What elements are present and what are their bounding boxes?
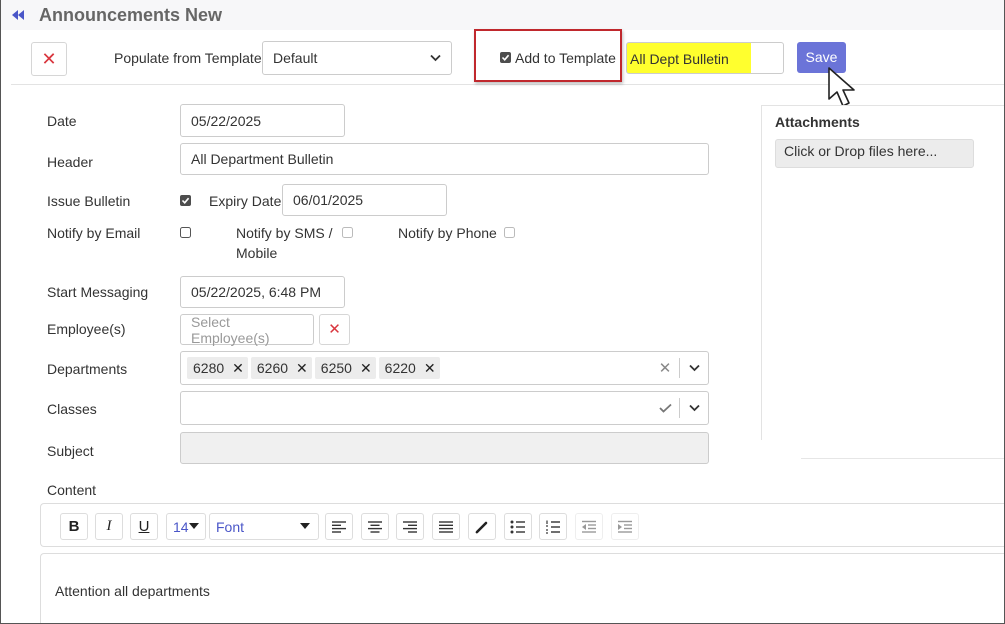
align-right-icon[interactable] <box>396 513 424 540</box>
expiry-date-label: Expiry Date <box>209 193 282 209</box>
pen-icon[interactable] <box>468 513 496 540</box>
align-center-icon[interactable] <box>361 513 389 540</box>
file-drop-zone[interactable]: Click or Drop files here... <box>775 139 974 168</box>
notify-phone-checkbox[interactable] <box>504 227 515 238</box>
chevron-down-icon[interactable] <box>680 404 708 412</box>
font-size-select[interactable]: 14 <box>166 513 206 540</box>
subject-label: Subject <box>47 443 94 459</box>
template-select[interactable]: Default <box>262 41 452 75</box>
numbered-list-icon[interactable] <box>539 513 567 540</box>
clear-departments-icon[interactable]: ✕ <box>651 359 679 377</box>
expiry-date-input[interactable]: 06/01/2025 <box>282 184 447 216</box>
font-size-value: 14 <box>173 519 189 535</box>
content-label: Content <box>47 482 97 498</box>
caret-down-icon <box>189 523 199 529</box>
template-select-value: Default <box>273 50 318 66</box>
page-title: Announcements New <box>39 5 223 25</box>
notify-sms-checkbox[interactable] <box>342 227 353 238</box>
divider <box>801 458 1004 459</box>
outdent-icon[interactable] <box>575 513 603 540</box>
font-family-select[interactable]: Font <box>209 513 319 540</box>
employees-label: Employee(s) <box>47 321 126 337</box>
remove-tag-icon[interactable]: ✕ <box>232 360 244 377</box>
classes-multiselect[interactable] <box>180 391 709 425</box>
populate-from-template-label: Populate from Template <box>114 50 262 66</box>
add-to-template-label: Add to Template <box>515 50 616 66</box>
attachments-title: Attachments <box>775 114 860 130</box>
close-button[interactable]: ✕ <box>31 42 67 76</box>
subject-input[interactable] <box>180 432 709 464</box>
department-tag: 6220 ✕ <box>378 357 440 379</box>
employees-input[interactable]: Select Employee(s) <box>180 314 314 346</box>
bulleted-list-icon[interactable] <box>504 513 532 540</box>
app-frame: Announcements New ✕ Populate from Templa… <box>0 0 1005 624</box>
issue-bulletin-checkbox[interactable] <box>180 195 191 206</box>
editor-content-text: Attention all departments <box>55 583 210 599</box>
header-label: Header <box>47 154 93 170</box>
classes-label: Classes <box>47 401 97 417</box>
remove-tag-icon[interactable]: ✕ <box>360 360 372 377</box>
template-name-input[interactable]: All Dept Bulletin <box>626 42 784 74</box>
underline-button[interactable]: U <box>130 513 158 540</box>
check-icon <box>651 400 679 417</box>
remove-tag-icon[interactable]: ✕ <box>424 360 436 377</box>
department-tag: 6280 ✕ <box>187 357 248 379</box>
title-bar: Announcements New <box>1 0 1004 30</box>
departments-label: Departments <box>47 361 128 377</box>
chevron-down-icon[interactable] <box>680 364 708 372</box>
chevron-down-icon <box>430 54 441 62</box>
notify-sms-label-line1: Notify by SMS / <box>236 225 333 241</box>
italic-button[interactable]: I <box>95 513 123 540</box>
mouse-pointer-icon <box>828 67 855 107</box>
start-messaging-label: Start Messaging <box>47 284 149 300</box>
caret-down-icon <box>300 523 310 529</box>
align-justify-icon[interactable] <box>432 513 460 540</box>
notify-phone-label: Notify by Phone <box>398 225 497 241</box>
clear-employees-button[interactable]: ✕ <box>319 314 350 345</box>
font-family-value: Font <box>216 519 245 535</box>
editor-toolbar: B I U 14 Font <box>40 503 1004 547</box>
notify-email-label: Notify by Email <box>47 225 141 241</box>
date-label: Date <box>47 113 77 129</box>
start-messaging-input[interactable]: 05/22/2025, 6:48 PM <box>180 276 345 308</box>
add-to-template-checkbox[interactable] <box>500 52 511 63</box>
department-tag: 6260 ✕ <box>250 357 312 379</box>
issue-bulletin-label: Issue Bulletin <box>47 193 131 209</box>
departments-multiselect[interactable]: 6280 ✕ 6260 ✕ 6250 ✕ 6220 ✕ ✕ <box>180 351 709 385</box>
indent-icon[interactable] <box>611 513 639 540</box>
double-chevron-left-icon[interactable] <box>11 9 25 21</box>
date-input[interactable]: 05/22/2025 <box>180 104 345 137</box>
notify-email-checkbox[interactable] <box>180 227 191 238</box>
align-left-icon[interactable] <box>325 513 353 540</box>
header-input[interactable]: All Department Bulletin <box>180 143 709 175</box>
department-tag: 6250 ✕ <box>314 357 376 379</box>
notify-sms-label-line2: Mobile <box>236 245 278 261</box>
bold-button[interactable]: B <box>60 513 88 540</box>
remove-tag-icon[interactable]: ✕ <box>296 360 308 377</box>
